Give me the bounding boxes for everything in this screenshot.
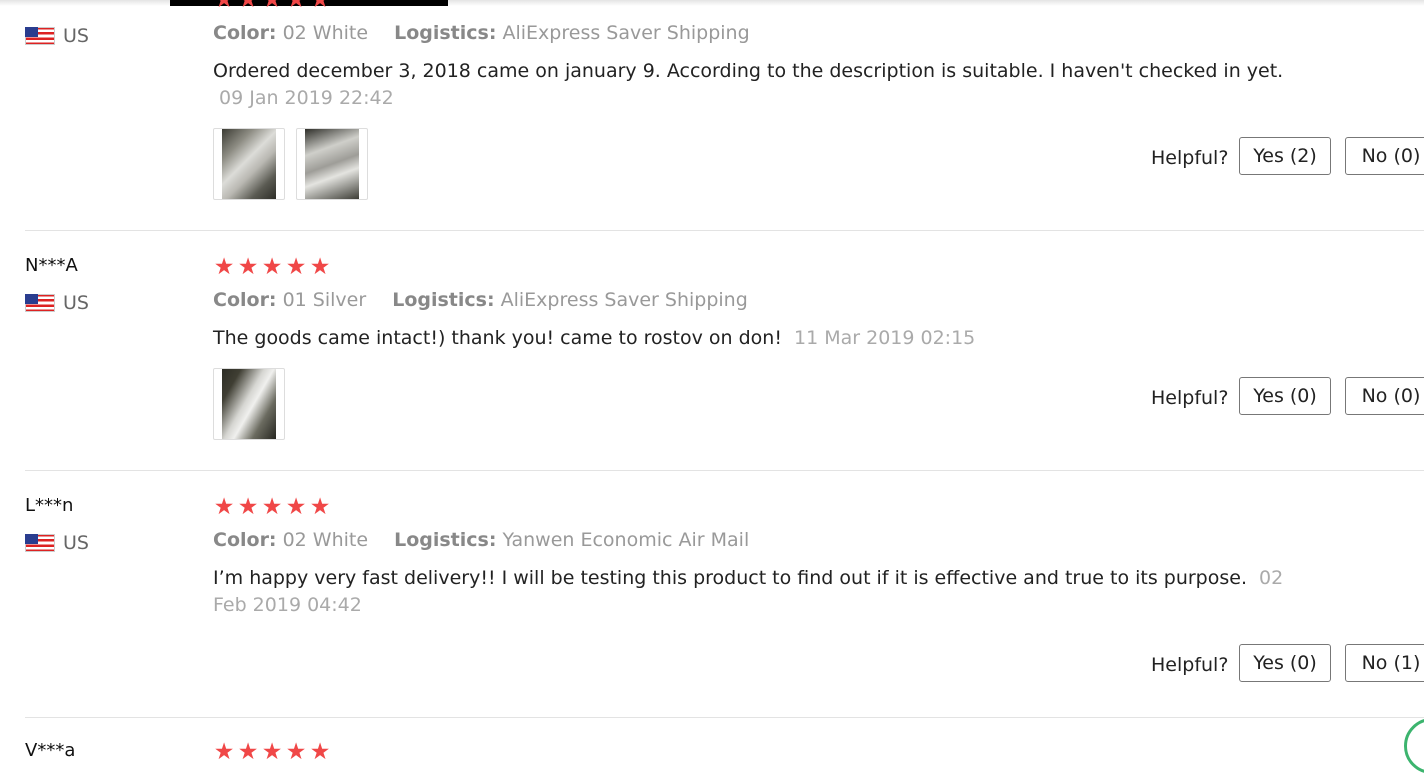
- logistics-label: Logistics:: [392, 289, 495, 311]
- helpful-no-button[interactable]: No (1): [1345, 644, 1424, 682]
- star-icon: ★: [213, 739, 235, 765]
- photo-image: [305, 129, 359, 199]
- review-divider: [25, 470, 1424, 471]
- star-icon: ★: [261, 494, 283, 520]
- star-icon: ★: [285, 494, 307, 520]
- star-icon: ★: [285, 254, 307, 280]
- review-content: Ordered december 3, 2018 came on january…: [213, 60, 1284, 82]
- logistics-label: Logistics:: [394, 529, 497, 551]
- star-icon: ★: [309, 739, 331, 765]
- star-icon: ★: [285, 0, 307, 13]
- chat-widget-icon[interactable]: [1404, 718, 1424, 774]
- review-attributes: Color: 02 White Logistics: Yanwen Econom…: [213, 529, 749, 551]
- review-date: 11 Mar 2019 02:15: [794, 327, 976, 349]
- star-icon: ★: [309, 254, 331, 280]
- reviewer-country: US: [25, 25, 89, 47]
- color-value: 01 Silver: [282, 289, 367, 311]
- country-code: US: [63, 292, 89, 314]
- helpful-label: Helpful?: [1151, 654, 1229, 676]
- review-divider: [25, 717, 1424, 718]
- star-icon: ★: [213, 254, 235, 280]
- us-flag-icon: [25, 27, 55, 45]
- star-icon: ★: [237, 254, 259, 280]
- logistics-value: AliExpress Saver Shipping: [500, 289, 748, 311]
- helpful-yes-button[interactable]: Yes (0): [1239, 644, 1331, 682]
- color-label: Color:: [213, 289, 277, 311]
- helpful-no-button[interactable]: No (0): [1345, 377, 1424, 415]
- review-text: I’m happy very fast delivery!! I will be…: [213, 565, 1303, 619]
- rating-stars: ★ ★ ★ ★ ★: [213, 740, 331, 764]
- country-code: US: [63, 25, 89, 47]
- review-photo-thumbnail[interactable]: [213, 128, 285, 200]
- helpful-label: Helpful?: [1151, 147, 1229, 169]
- helpful-label: Helpful?: [1151, 387, 1229, 409]
- us-flag-icon: [25, 294, 55, 312]
- review-content: The goods came intact!) thank you! came …: [213, 327, 782, 349]
- star-icon: ★: [237, 0, 259, 13]
- star-icon: ★: [261, 739, 283, 765]
- star-icon: ★: [237, 494, 259, 520]
- review-attributes: Color: 02 White Logistics: AliExpress Sa…: [213, 22, 750, 44]
- reviewer-country: US: [25, 532, 89, 554]
- rating-stars: ★ ★ ★ ★ ★: [213, 495, 331, 519]
- review-text: Ordered december 3, 2018 came on january…: [213, 58, 1303, 112]
- review-attributes: Color: 01 Silver Logistics: AliExpress S…: [213, 289, 748, 311]
- star-icon: ★: [261, 0, 283, 13]
- reviewer-country: US: [25, 292, 89, 314]
- country-code: US: [63, 532, 89, 554]
- star-icon: ★: [261, 254, 283, 280]
- helpful-yes-button[interactable]: Yes (0): [1239, 377, 1331, 415]
- color-value: 02 White: [282, 529, 369, 551]
- color-value: 02 White: [282, 22, 369, 44]
- star-icon: ★: [213, 494, 235, 520]
- star-icon: ★: [237, 739, 259, 765]
- star-icon: ★: [309, 0, 331, 13]
- color-label: Color:: [213, 22, 277, 44]
- reviewer-name: N***A: [25, 255, 78, 276]
- star-icon: ★: [213, 0, 235, 13]
- photo-image: [222, 369, 276, 439]
- logistics-value: Yanwen Economic Air Mail: [502, 529, 750, 551]
- color-label: Color:: [213, 529, 277, 551]
- review-divider: [25, 230, 1424, 231]
- reviewer-name: L***n: [25, 495, 74, 516]
- rating-stars: ★ ★ ★ ★ ★: [213, 0, 331, 12]
- review-text: The goods came intact!) thank you! came …: [213, 325, 1303, 352]
- logistics-label: Logistics:: [394, 22, 497, 44]
- logistics-value: AliExpress Saver Shipping: [502, 22, 750, 44]
- rating-stars: ★ ★ ★ ★ ★: [213, 255, 331, 279]
- review-content: I’m happy very fast delivery!! I will be…: [213, 567, 1247, 589]
- star-icon: ★: [309, 494, 331, 520]
- helpful-yes-button[interactable]: Yes (2): [1239, 137, 1331, 175]
- photo-image: [222, 129, 276, 199]
- review-photo-thumbnail[interactable]: [213, 368, 285, 440]
- star-icon: ★: [285, 739, 307, 765]
- review-date: 09 Jan 2019 22:42: [219, 87, 394, 109]
- review-photo-thumbnail[interactable]: [296, 128, 368, 200]
- helpful-no-button[interactable]: No (0): [1345, 137, 1424, 175]
- us-flag-icon: [25, 534, 55, 552]
